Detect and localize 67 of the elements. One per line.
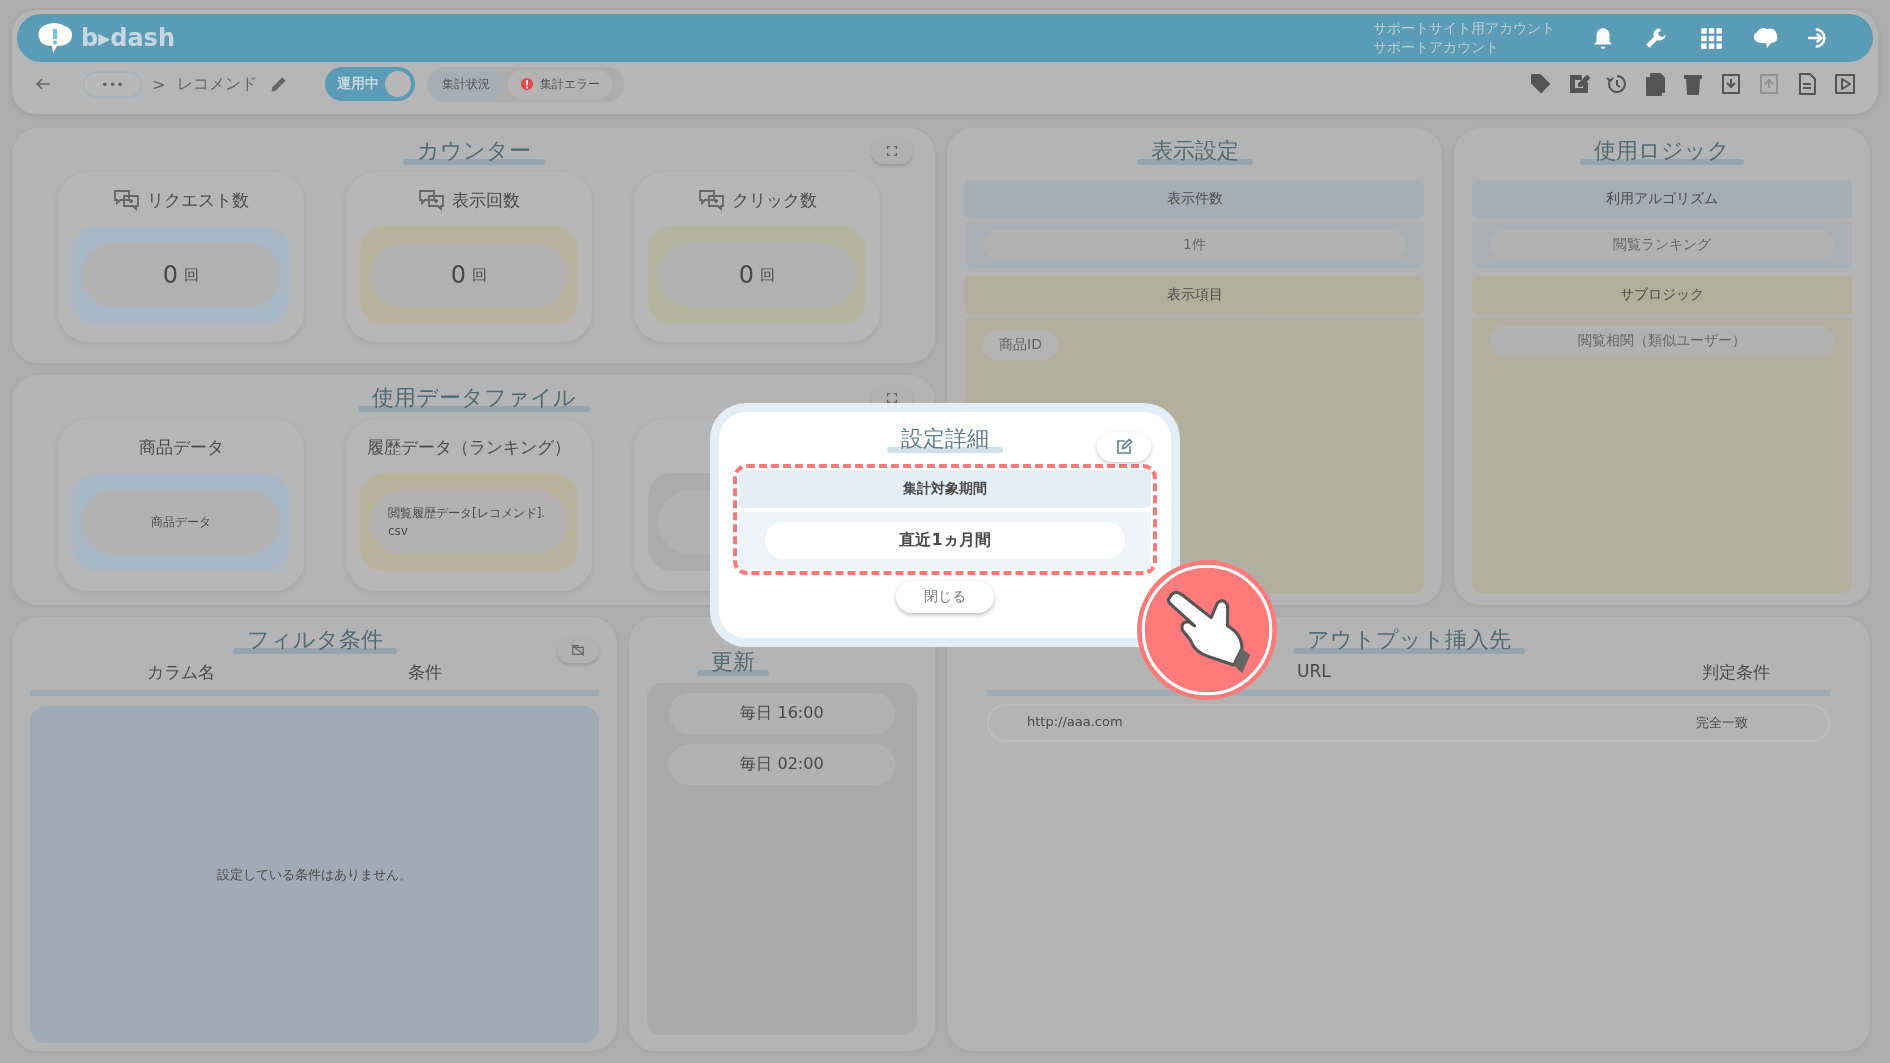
column-header: URL (1297, 661, 1331, 683)
account-name: サポートサイト用アカウント (1373, 19, 1555, 38)
counter-value: 0 (450, 261, 467, 289)
section-header: 表示項目 (965, 276, 1424, 314)
column-header: カラム名 (146, 661, 215, 684)
item-value: 閲覧相関（類似ユーザー） (1490, 326, 1834, 356)
more-button[interactable]: ••• (85, 72, 140, 96)
counter-value: 0 (738, 261, 755, 289)
schedule-time: 毎日 16:00 (669, 693, 895, 734)
item-tag: 商品ID (983, 330, 1058, 360)
data-file-name: 閲覧履歴データ[レコメンド].csv (388, 505, 547, 540)
expand-icon (885, 144, 899, 158)
section-header: サブロジック (1472, 276, 1852, 314)
field-label: 集計対象期間 (739, 470, 1151, 508)
field-value: 直近1ヵ月間 (765, 522, 1125, 559)
edit-button[interactable] (1097, 432, 1151, 462)
hide-icon (571, 643, 585, 657)
section-header: 利用アルゴリズム (1472, 180, 1852, 218)
panel-title: 表示設定 (1150, 138, 1239, 163)
status-chip[interactable]: 集計状況 (430, 69, 503, 99)
panel-title: 使用ロジック (1594, 138, 1730, 163)
history-icon[interactable] (1605, 72, 1629, 96)
modal-title: 設定詳細 (901, 426, 989, 451)
data-file-title: 履歴データ（ランキング） (367, 435, 571, 459)
edit-icon[interactable] (1567, 72, 1591, 96)
item-value: 閲覧ランキング (1490, 230, 1834, 260)
chat-heart-icon (697, 188, 726, 212)
panel-title: 使用データファイル (371, 385, 576, 410)
logo-text: b▸dash (81, 24, 175, 52)
schedule-time: 毎日 02:00 (669, 744, 895, 785)
data-file-name: 商品データ (151, 514, 211, 531)
counter-value: 0 (162, 261, 179, 289)
status-toggle[interactable]: 運用中 (325, 67, 416, 101)
tag-icon[interactable] (1529, 72, 1553, 96)
error-icon (520, 77, 535, 91)
trash-icon[interactable] (1681, 72, 1705, 96)
counter-unit: 回 (760, 265, 776, 285)
download-icon[interactable] (1719, 72, 1743, 96)
item-value: 1件 (983, 230, 1406, 260)
column-header: 判定条件 (1702, 661, 1770, 684)
panel-title: フィルタ条件 (246, 627, 383, 652)
counter-unit: 回 (184, 265, 200, 285)
account-name: サポートアカウント (1373, 38, 1500, 57)
counter-label: リクエスト数 (147, 188, 249, 212)
expand-icon (885, 391, 899, 405)
status-chip[interactable]: 集計エラー (508, 69, 613, 99)
page-title: レコメンド (177, 73, 258, 95)
edit-icon (1115, 438, 1133, 456)
chat-heart-icon (113, 188, 141, 212)
counter-label: クリック数 (731, 188, 817, 212)
column-header: 条件 (408, 661, 443, 684)
data-file-title: 商品データ (138, 435, 224, 459)
empty-message: 設定している条件はありません。 (217, 865, 412, 884)
close-button[interactable]: 閉じる (896, 581, 994, 613)
chat-heart-icon (418, 188, 446, 212)
copy-icon[interactable] (1643, 72, 1667, 96)
panel-title: カウンター (416, 138, 531, 163)
expand-button[interactable] (871, 138, 913, 164)
counter-label: 表示回数 (452, 188, 520, 212)
panel-title: 更新 (711, 649, 755, 674)
panel-title: アウトプット挿入先 (1306, 627, 1511, 652)
section-header: 表示件数 (965, 180, 1424, 218)
breadcrumb-separator: > (152, 74, 166, 94)
table-cell-text: http://aaa.com (1027, 714, 1123, 731)
counter-unit: 回 (472, 265, 488, 285)
play-icon[interactable] (1833, 72, 1857, 96)
hide-button[interactable] (557, 637, 599, 663)
